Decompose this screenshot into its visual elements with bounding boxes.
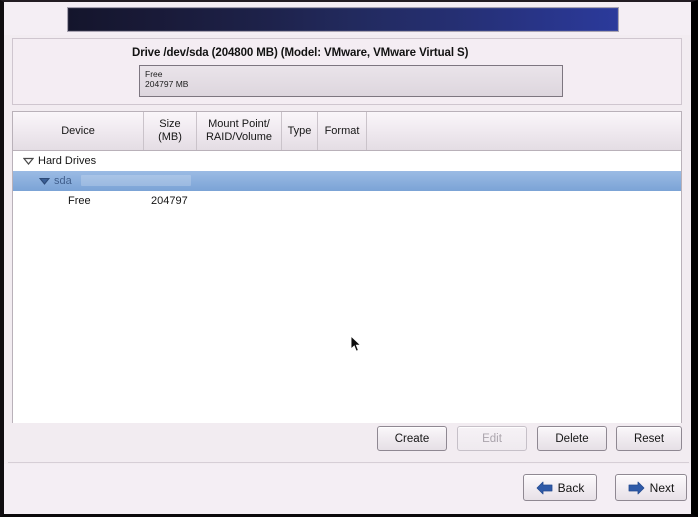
reset-button[interactable]: Reset (616, 426, 682, 451)
next-button-label: Next (649, 480, 675, 495)
partition-bar-free[interactable]: Free 204797 MB (139, 65, 563, 97)
navigation-divider (8, 462, 689, 463)
drive-info-panel: Drive /dev/sda (204800 MB) (Model: VMwar… (12, 38, 682, 105)
table-header-row: Device Size (MB) Mount Point/ RAID/Volum… (13, 112, 681, 151)
next-button[interactable]: Next (615, 474, 687, 501)
banner-area (4, 2, 691, 35)
partition-table: Device Size (MB) Mount Point/ RAID/Volum… (12, 111, 682, 423)
column-header-size-line2: (MB) (158, 131, 182, 143)
column-header-mount-point[interactable]: Mount Point/ RAID/Volume (197, 112, 282, 150)
expander-triangle-icon[interactable] (39, 171, 50, 191)
partition-action-bar: Create Edit Delete Reset (12, 426, 682, 456)
column-header-filler (367, 112, 681, 150)
column-header-type[interactable]: Type (282, 112, 318, 150)
partition-bar-label: Free (145, 69, 163, 79)
column-header-size[interactable]: Size (MB) (144, 112, 197, 150)
edit-button: Edit (457, 426, 527, 451)
column-header-format[interactable]: Format (318, 112, 367, 150)
drive-title: Drive /dev/sda (204800 MB) (Model: VMwar… (132, 47, 469, 59)
partition-bar-size: 204797 MB (145, 79, 189, 89)
cell-device: sda (54, 175, 72, 187)
back-button[interactable]: Back (523, 474, 597, 501)
navigation-bar: Back Next (4, 464, 691, 514)
column-header-mount-line1: Mount Point/ (208, 118, 270, 131)
cell-device: Hard Drives (38, 155, 97, 167)
mouse-cursor-icon (350, 334, 362, 353)
expander-triangle-icon[interactable] (23, 151, 34, 171)
column-header-mount-line2: RAID/Volume (205, 131, 273, 143)
table-row[interactable]: sda (13, 171, 681, 352)
installer-header-banner (67, 7, 619, 32)
table-body: Hard Drives sda Free 204797 (13, 151, 681, 423)
arrow-right-icon (628, 481, 645, 495)
delete-button[interactable]: Delete (537, 426, 607, 451)
table-row[interactable]: Free 204797 (13, 191, 681, 211)
arrow-left-icon (536, 481, 553, 495)
column-header-device[interactable]: Device (13, 112, 144, 150)
cell-device: Free (68, 195, 91, 207)
installer-window: Drive /dev/sda (204800 MB) (Model: VMwar… (0, 0, 698, 517)
table-row[interactable]: Hard Drives (13, 151, 681, 171)
column-header-size-line1: Size (159, 118, 181, 131)
back-button-label: Back (557, 480, 585, 495)
create-button[interactable]: Create (377, 426, 447, 451)
row-highlight-artifact (81, 175, 191, 186)
cell-size: 204797 (151, 195, 188, 207)
